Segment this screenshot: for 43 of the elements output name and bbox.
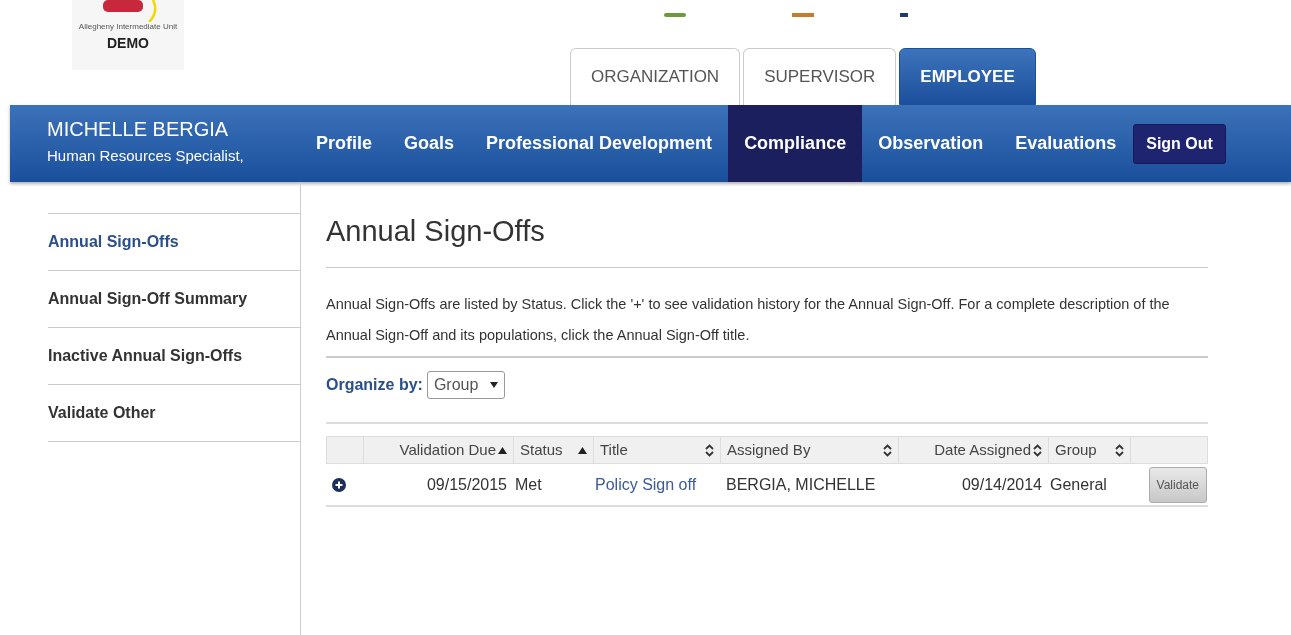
column-header[interactable]: Validation Due — [370, 438, 496, 462]
sidebar-item[interactable]: Inactive Annual Sign-Offs — [48, 328, 300, 385]
sort-icon[interactable] — [1033, 443, 1042, 457]
column-header[interactable]: Title — [600, 438, 703, 462]
expand-plus-icon[interactable] — [332, 477, 346, 492]
sort-up-icon[interactable] — [578, 446, 587, 454]
user-name: MICHELLE BERGIA — [47, 117, 230, 141]
organize-label: Organize by: — [326, 375, 423, 395]
sidebar-item[interactable]: Annual Sign-Off Summary — [48, 271, 300, 328]
column-header[interactable]: Assigned By — [727, 438, 881, 462]
role-tab[interactable]: EMPLOYEE — [899, 48, 1036, 105]
logo-tagline: Allegheny Intermediate Unit — [78, 22, 178, 32]
table-cell: 09/15/2015 — [426, 475, 507, 493]
validate-button[interactable]: Validate — [1148, 466, 1207, 503]
role-tab[interactable]: SUPERVISOR — [743, 48, 897, 105]
nav-link[interactable]: Observation — [862, 105, 1000, 182]
organize-dropdown[interactable]: Group — [426, 371, 506, 399]
table-cell: General — [1050, 475, 1107, 493]
table-cell: BERGIA, MICHELLE — [726, 475, 876, 493]
table-cell: 09/14/2014 — [961, 475, 1042, 493]
role-tab[interactable]: ORGANIZATION — [570, 48, 741, 105]
sort-icon[interactable] — [705, 443, 714, 457]
column-header[interactable]: Group — [1055, 438, 1113, 462]
sort-icon[interactable] — [1115, 443, 1124, 457]
logo-label: DEMO — [107, 34, 149, 52]
sort-icon[interactable] — [883, 443, 892, 457]
sort-up-icon[interactable] — [498, 446, 507, 454]
user-role: Human Resources Specialist, — [47, 146, 245, 166]
column-header[interactable]: Status — [520, 438, 576, 462]
dropdown-caret-icon — [490, 382, 499, 388]
table-cell: Met — [515, 475, 542, 493]
nav-link[interactable]: Compliance — [728, 105, 863, 182]
page-title: Annual Sign-Offs — [326, 213, 545, 249]
nav-link[interactable]: Evaluations — [999, 105, 1133, 182]
nav-link[interactable]: Professional Development — [470, 105, 729, 182]
page-description: Annual Sign-Offs are listed by Status. Click the '+' to see validation history for the Annual Sign-Off. For a complete description of the Annual Sign-Off and its populations, click the Annual Sign-Off title. — [326, 268, 1208, 358]
title-link[interactable]: Policy Sign off — [595, 475, 697, 493]
sidebar-item[interactable]: Annual Sign-Offs — [48, 214, 300, 271]
sign-out-button[interactable]: Sign Out — [1133, 123, 1226, 164]
nav-link[interactable]: Profile — [300, 105, 388, 182]
nav-link[interactable]: Goals — [388, 105, 471, 182]
column-header[interactable]: Date Assigned — [905, 438, 1031, 462]
sidebar-item[interactable]: Validate Other — [48, 385, 300, 442]
